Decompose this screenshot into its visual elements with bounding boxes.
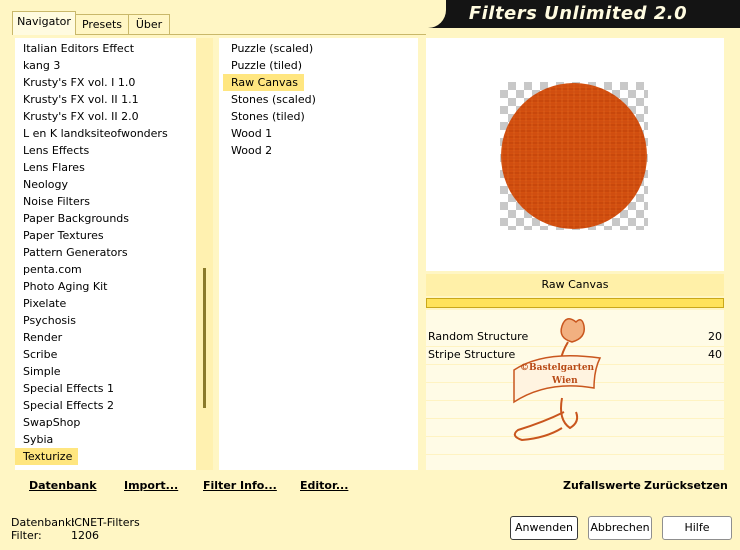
import-button[interactable]: Import... [124, 479, 178, 492]
category-list-item[interactable]: Krusty's FX vol. II 2.0 [15, 108, 195, 125]
category-list-item[interactable]: Paper Backgrounds [15, 210, 195, 227]
filter-list[interactable]: Puzzle (scaled) Puzzle (tiled) Raw Canvas S… [223, 40, 417, 468]
category-list-item-label: L en K landksiteofwonders [23, 127, 168, 140]
preview-canvas[interactable] [500, 82, 648, 230]
filter-list-item-label: Puzzle (tiled) [231, 59, 303, 72]
filter-name-label: Raw Canvas [541, 278, 609, 291]
category-list-item[interactable]: Lens Effects [15, 142, 195, 159]
category-list-item-label: Pattern Generators [23, 246, 128, 259]
category-list-item[interactable]: Psychosis [15, 312, 195, 329]
filter-list-item[interactable]: Raw Canvas [223, 74, 417, 91]
filter-list-item-label: Raw Canvas [223, 74, 305, 91]
filter-list-item[interactable]: Wood 2 [223, 142, 417, 159]
category-list-item-label: SwapShop [23, 416, 81, 429]
category-list-item-label: Psychosis [23, 314, 76, 327]
category-list-item-label: Render [23, 331, 63, 344]
bastelgarten-watermark: ©Bastelgarten Wien [513, 318, 602, 442]
app-title: Filters Unlimited 2.0 [468, 3, 688, 24]
status-db-label: Datenbank: [11, 516, 76, 529]
filter-list-item-label: Stones (tiled) [231, 110, 305, 123]
tab-presets[interactable]: Presets [75, 14, 129, 35]
category-list[interactable]: Italian Editors Effect kang 3 Krusty's FX … [15, 40, 195, 470]
cancel-button[interactable]: Abbrechen [588, 516, 652, 540]
category-list-item[interactable]: Lens Flares [15, 159, 195, 176]
category-list-item-label: Lens Effects [23, 144, 90, 157]
category-list-item[interactable]: Special Effects 2 [15, 397, 195, 414]
category-scrollbar[interactable] [196, 38, 213, 470]
category-list-item[interactable]: Pixelate [15, 295, 195, 312]
category-list-item-label: Paper Textures [23, 229, 104, 242]
parameter-label: Stripe Structure [428, 348, 516, 361]
filter-list-item-label: Wood 1 [231, 127, 273, 140]
parameter-value: 40 [708, 348, 722, 361]
category-list-item[interactable]: Krusty's FX vol. I 1.0 [15, 74, 195, 91]
category-list-item[interactable]: penta.com [15, 261, 195, 278]
category-list-item-label: Pixelate [23, 297, 67, 310]
editor-button[interactable]: Editor... [300, 479, 348, 492]
category-list-item[interactable]: kang 3 [15, 57, 195, 74]
database-button[interactable]: Datenbank [29, 479, 97, 492]
reset-button[interactable]: Zurücksetzen [644, 479, 728, 492]
filter-list-item-label: Wood 2 [231, 144, 273, 157]
category-list-item[interactable]: Photo Aging Kit [15, 278, 195, 295]
category-list-item[interactable]: Sybia [15, 431, 195, 448]
category-list-item-label: Neology [23, 178, 69, 191]
category-list-item-label: Texturize [15, 448, 79, 465]
help-button[interactable]: Hilfe [662, 516, 732, 540]
filter-info-button[interactable]: Filter Info... [203, 479, 277, 492]
category-scrollbar-thumb[interactable] [203, 268, 206, 408]
category-list-item[interactable]: SwapShop [15, 414, 195, 431]
category-list-item-label: Italian Editors Effect [23, 42, 135, 55]
filter-list-item[interactable]: Wood 1 [223, 125, 417, 142]
category-list-item-label: Sybia [23, 433, 54, 446]
status-db-value: ICNET-Filters [71, 516, 140, 529]
category-list-item[interactable]: Special Effects 1 [15, 380, 195, 397]
category-list-item[interactable]: Render [15, 329, 195, 346]
filter-list-item[interactable]: Puzzle (scaled) [223, 40, 417, 57]
tab-navigator[interactable]: Navigator [12, 11, 76, 35]
category-list-item-label: Lens Flares [23, 161, 85, 174]
category-list-item[interactable]: Pattern Generators [15, 244, 195, 261]
parameter-row[interactable] [426, 454, 724, 473]
category-list-item[interactable]: Neology [15, 176, 195, 193]
category-list-item-label: Krusty's FX vol. I 1.0 [23, 76, 136, 89]
status-filter-label: Filter: [11, 529, 42, 542]
randomize-button[interactable]: Zufallswerte [563, 479, 641, 492]
category-list-item-label: kang 3 [23, 59, 61, 72]
parameter-value: 20 [708, 330, 722, 343]
tab-about[interactable]: Über [128, 14, 170, 35]
filter-name-bar: Raw Canvas [426, 274, 724, 296]
category-list-item-label: Noise Filters [23, 195, 90, 208]
watermark-line2: Wien [551, 376, 578, 386]
progress-bar [426, 298, 724, 308]
category-list-item[interactable]: Paper Textures [15, 227, 195, 244]
category-list-item[interactable]: Krusty's FX vol. II 1.1 [15, 91, 195, 108]
apply-button[interactable]: Anwenden [510, 516, 578, 540]
watermark-line1: ©Bastelgarten [520, 363, 595, 373]
status-filter-value: 1206 [71, 529, 99, 542]
category-list-item-label: Scribe [23, 348, 58, 361]
preview-image [501, 83, 647, 229]
category-list-item-label: Photo Aging Kit [23, 280, 108, 293]
category-list-item-label: Krusty's FX vol. II 2.0 [23, 110, 139, 123]
category-list-item-label: Krusty's FX vol. II 1.1 [23, 93, 139, 106]
category-list-item-label: Paper Backgrounds [23, 212, 130, 225]
filter-list-item-label: Stones (scaled) [231, 93, 316, 106]
category-list-item[interactable]: Scribe [15, 346, 195, 363]
category-list-item-label: Simple [23, 365, 61, 378]
category-list-item-label: penta.com [23, 263, 82, 276]
filter-list-item[interactable]: Stones (tiled) [223, 108, 417, 125]
category-list-item[interactable]: L en K landksiteofwonders [15, 125, 195, 142]
category-list-item[interactable]: Italian Editors Effect [15, 40, 195, 57]
filter-list-item-label: Puzzle (scaled) [231, 42, 314, 55]
category-list-item[interactable]: Noise Filters [15, 193, 195, 210]
category-list-item[interactable]: Texturize [15, 448, 195, 465]
title-bar: Filters Unlimited 2.0 [428, 0, 740, 28]
filter-list-item[interactable]: Stones (scaled) [223, 91, 417, 108]
category-list-item[interactable]: Simple [15, 363, 195, 380]
category-list-item-label: Special Effects 2 [23, 399, 115, 412]
filter-list-item[interactable]: Puzzle (tiled) [223, 57, 417, 74]
category-list-item-label: Special Effects 1 [23, 382, 115, 395]
